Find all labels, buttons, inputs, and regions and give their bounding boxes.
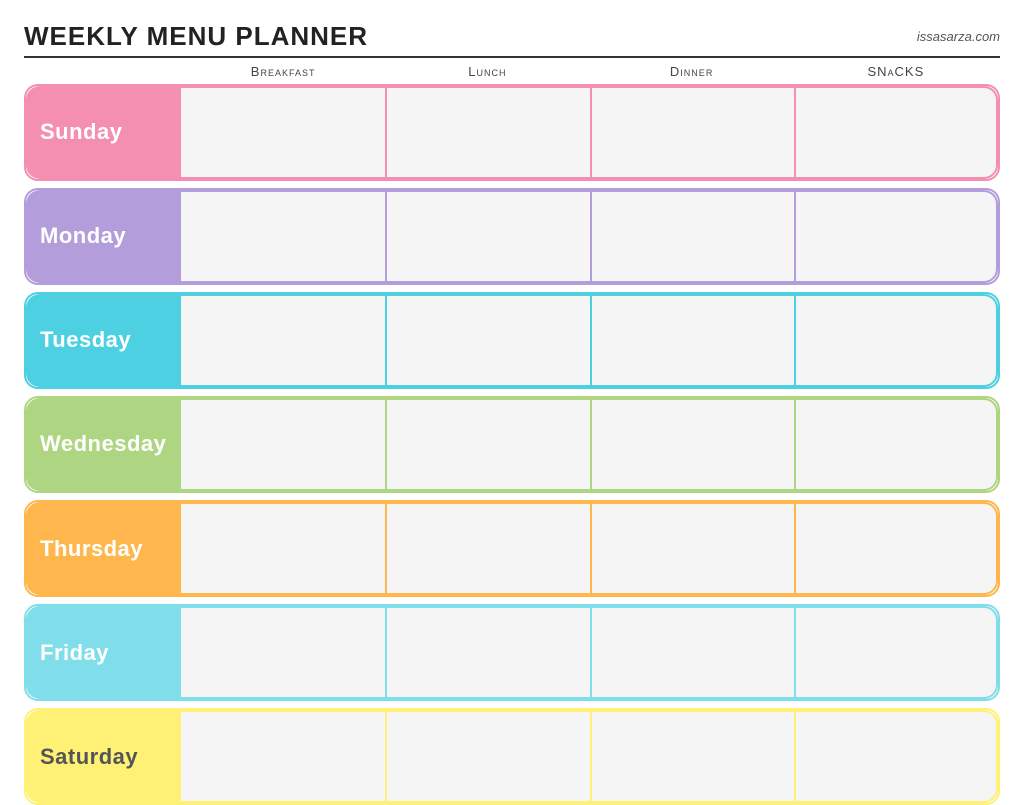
- cell-friday-lunch[interactable]: [385, 606, 589, 699]
- cell-monday-dinner[interactable]: [590, 190, 794, 283]
- cell-wednesday-breakfast[interactable]: [181, 398, 385, 491]
- row-thursday: thursday: [24, 500, 1000, 597]
- cell-thursday-snacks[interactable]: [794, 502, 998, 595]
- cell-tuesday-dinner[interactable]: [590, 294, 794, 387]
- cell-friday-snacks[interactable]: [794, 606, 998, 699]
- cell-saturday-snacks[interactable]: [794, 710, 998, 803]
- cell-thursday-lunch[interactable]: [385, 502, 589, 595]
- col-snacks: SNaCKS: [794, 64, 998, 79]
- col-dinner: Dinner: [590, 64, 794, 79]
- row-saturday: Saturday: [24, 708, 1000, 805]
- row-friday: Friday: [24, 604, 1000, 701]
- day-label-wednesday: Wednesday: [26, 398, 181, 491]
- cell-sunday-lunch[interactable]: [385, 86, 589, 179]
- days-grid: Sunday Monday Tuesday Wednesday thursday Frid…: [24, 84, 1000, 805]
- cell-sunday-snacks[interactable]: [794, 86, 998, 179]
- header: Weekly Menu Planner issasarza.com: [24, 21, 1000, 58]
- row-monday: Monday: [24, 188, 1000, 285]
- cell-tuesday-lunch[interactable]: [385, 294, 589, 387]
- cell-friday-dinner[interactable]: [590, 606, 794, 699]
- cell-wednesday-lunch[interactable]: [385, 398, 589, 491]
- cell-monday-snacks[interactable]: [794, 190, 998, 283]
- cell-thursday-breakfast[interactable]: [181, 502, 385, 595]
- row-tuesday: Tuesday: [24, 292, 1000, 389]
- cell-tuesday-snacks[interactable]: [794, 294, 998, 387]
- planner: Weekly Menu Planner issasarza.com Breakf…: [12, 11, 1012, 771]
- cell-sunday-breakfast[interactable]: [181, 86, 385, 179]
- col-breakfast: Breakfast: [181, 64, 385, 79]
- cell-monday-breakfast[interactable]: [181, 190, 385, 283]
- website-url: issasarza.com: [917, 29, 1000, 44]
- day-label-saturday: Saturday: [26, 710, 181, 803]
- cell-wednesday-snacks[interactable]: [794, 398, 998, 491]
- cell-thursday-dinner[interactable]: [590, 502, 794, 595]
- day-label-monday: Monday: [26, 190, 181, 283]
- column-headers: Breakfast Lunch Dinner SNaCKS: [24, 64, 1000, 79]
- cell-monday-lunch[interactable]: [385, 190, 589, 283]
- cell-saturday-dinner[interactable]: [590, 710, 794, 803]
- planner-title: Weekly Menu Planner: [24, 21, 368, 52]
- day-label-sunday: Sunday: [26, 86, 181, 179]
- cell-sunday-dinner[interactable]: [590, 86, 794, 179]
- day-label-friday: Friday: [26, 606, 181, 699]
- row-sunday: Sunday: [24, 84, 1000, 181]
- day-label-tuesday: Tuesday: [26, 294, 181, 387]
- day-label-thursday: thursday: [26, 502, 181, 595]
- row-wednesday: Wednesday: [24, 396, 1000, 493]
- col-lunch: Lunch: [385, 64, 589, 79]
- cell-wednesday-dinner[interactable]: [590, 398, 794, 491]
- cell-friday-breakfast[interactable]: [181, 606, 385, 699]
- cell-saturday-lunch[interactable]: [385, 710, 589, 803]
- cell-tuesday-breakfast[interactable]: [181, 294, 385, 387]
- cell-saturday-breakfast[interactable]: [181, 710, 385, 803]
